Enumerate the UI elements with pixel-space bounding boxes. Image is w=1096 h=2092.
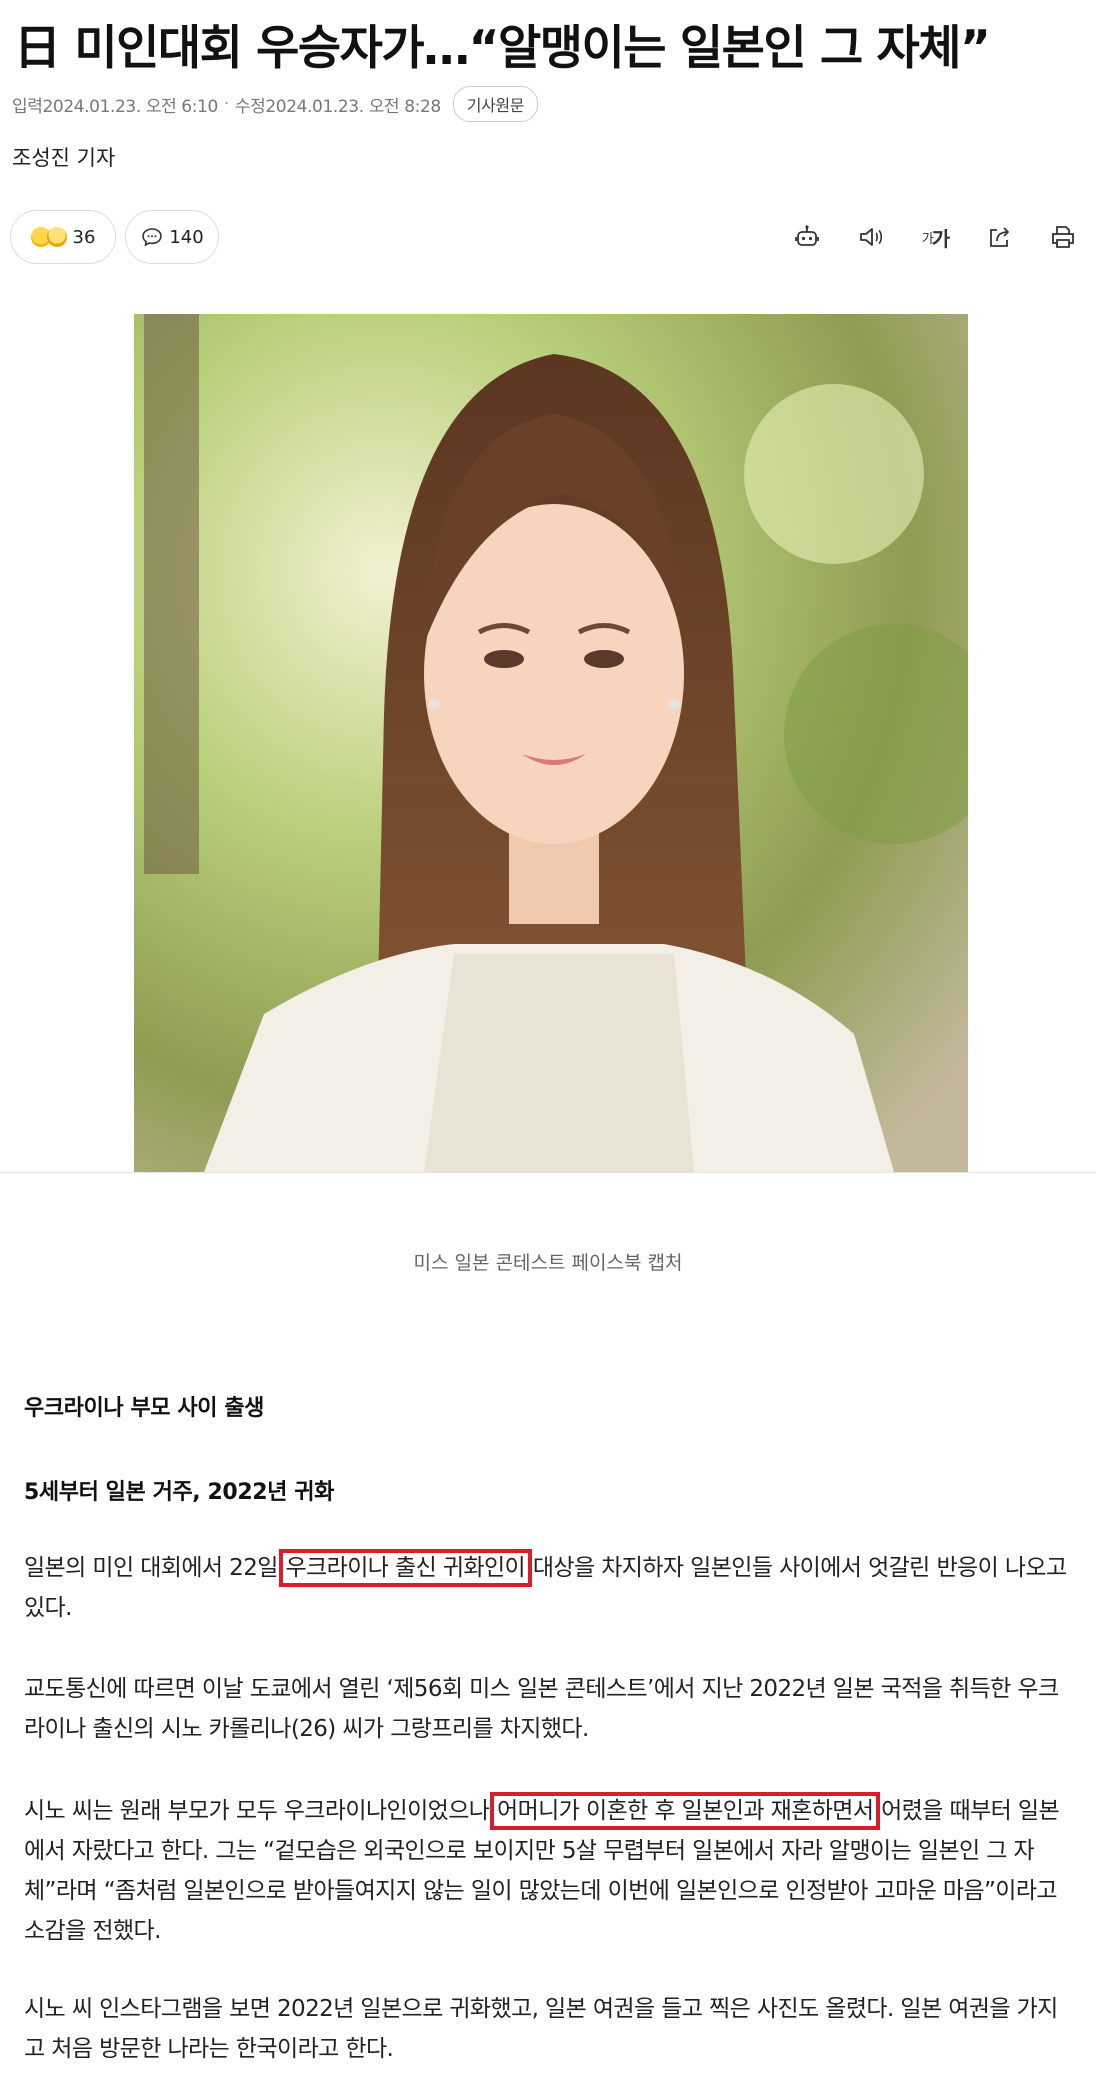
article-photo [134, 314, 968, 1172]
edit-label: 수정 [234, 96, 266, 117]
reaction-count: 36 [72, 226, 96, 248]
input-label: 입력 [12, 96, 43, 117]
photo-caption: 미스 일본 콘테스트 페이스북 캡처 [413, 1252, 683, 1274]
highlighted-phrase-1: 우크라이나 출신 귀화인이 [278, 1549, 533, 1587]
edit-time: 2024.01.23. 오전 8:28 [265, 96, 441, 117]
font-size-icon[interactable]: 가가 [918, 220, 952, 254]
input-time: 2024.01.23. 오전 6:10 [42, 96, 218, 117]
meta-separator: · [223, 94, 229, 114]
comment-icon [140, 225, 164, 249]
font-small-glyph: 가 [921, 231, 934, 247]
reaction-button[interactable]: 36 [10, 210, 116, 264]
paragraph-3: 시노 씨는 원래 부모가 모두 우크라이나인이었으나 어머니가 이혼한 후 일본… [24, 1791, 1074, 1951]
highlighted-phrase-2: 어머니가 이혼한 후 일본인과 재혼하면서 [490, 1792, 881, 1830]
print-icon[interactable] [1046, 220, 1080, 254]
paragraph-3-text-a: 시노 씨는 원래 부모가 모두 우크라이나인이었으나 [24, 1798, 497, 1824]
robot-summary-icon[interactable] [790, 220, 824, 254]
comment-count: 140 [169, 226, 204, 248]
article-subtitle-2: 5세부터 일본 거주, 2022년 귀화 [24, 1480, 334, 1505]
article-meta: 입력 2024.01.23. 오전 6:10 · 수정 2024.01.23. … [12, 86, 539, 122]
photo-divider [0, 1172, 1096, 1173]
article-title: 日 미인대회 우승자가…“알맹이는 일본인 그 자체” [14, 21, 991, 76]
share-icon[interactable] [982, 220, 1016, 254]
cheer-emoji-icon [46, 227, 67, 247]
font-large-glyph: 가 [931, 226, 950, 251]
paragraph-1-text-a: 일본의 미인 대회에서 22일 [24, 1555, 285, 1581]
article-subtitle-1: 우크라이나 부모 사이 출생 [24, 1396, 265, 1421]
article-toolbar: 가가 [790, 214, 1080, 260]
comment-button[interactable]: 140 [125, 210, 219, 264]
original-article-button[interactable]: 기사원문 [452, 86, 539, 122]
paragraph-2: 교도통신에 따르면 이날 도쿄에서 열린 ‘제56회 미스 일본 콘테스트’에서… [24, 1676, 1059, 1742]
paragraph-4: 시노 씨 인스타그램을 보면 2022년 일본으로 귀화했고, 일본 여권을 들… [24, 1996, 1058, 2062]
speaker-icon[interactable] [854, 220, 888, 254]
paragraph-1: 일본의 미인 대회에서 22일 우크라이나 출신 귀화인이 대상을 차지하자 일… [24, 1548, 1074, 1628]
reporter-byline[interactable]: 조성진 기자 [12, 142, 115, 172]
